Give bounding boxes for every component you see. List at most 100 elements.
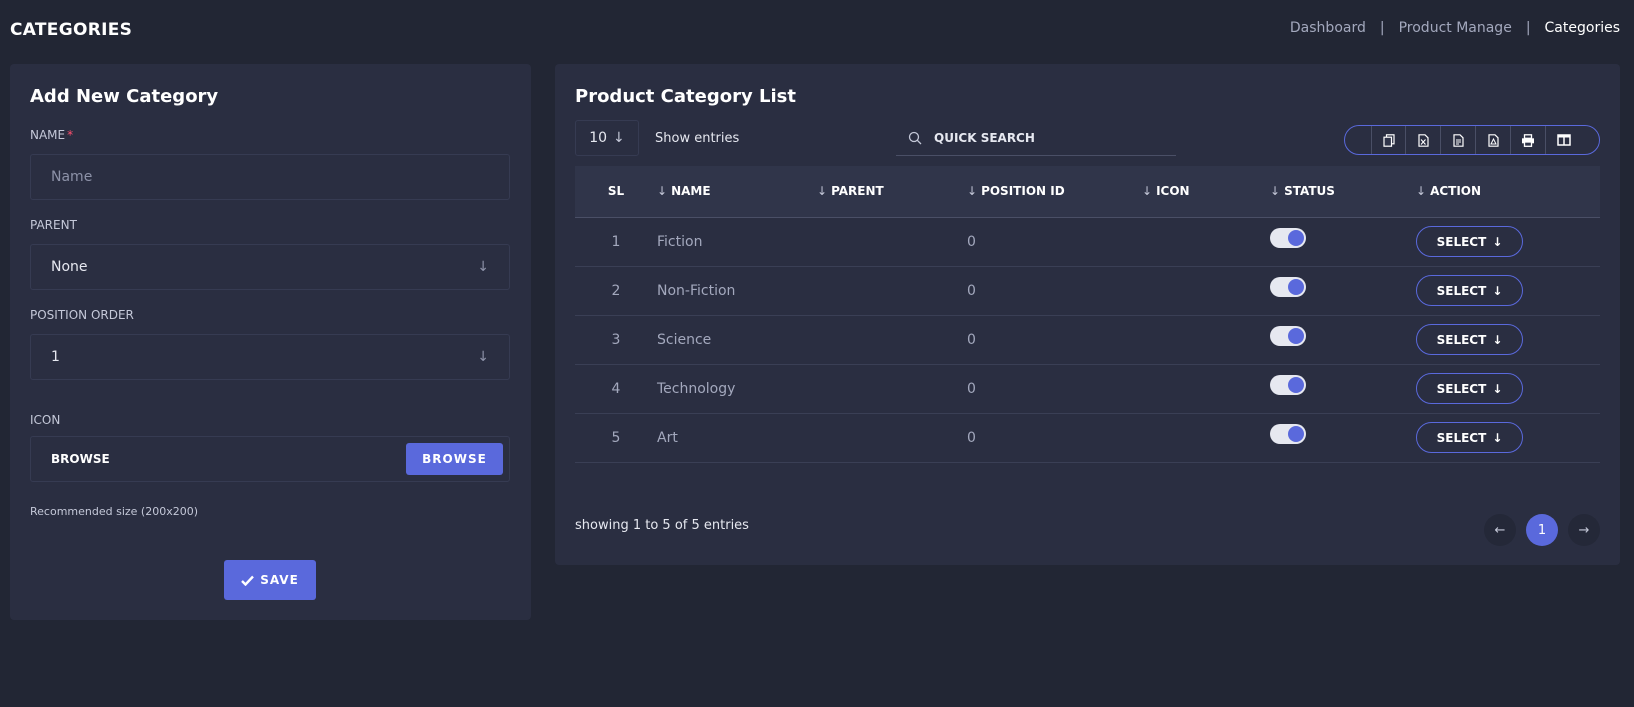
toggle-knob <box>1288 376 1304 393</box>
position-order-select[interactable]: 1 ↓ <box>30 334 510 380</box>
print-icon[interactable] <box>1511 126 1546 154</box>
cell-status <box>1270 217 1416 266</box>
breadcrumb: Dashboard | Product Manage | Categories <box>1290 20 1620 36</box>
table-row: 5 Art 0 SELECT ↓ <box>575 413 1600 462</box>
search-icon <box>908 131 922 144</box>
sort-icon: ↓ <box>967 184 978 199</box>
cell-position: 0 <box>967 380 976 397</box>
cell-icon <box>1142 364 1270 413</box>
add-category-panel: Add New Category NAME* PARENT None ↓ POS… <box>10 64 531 620</box>
parent-select[interactable]: None ↓ <box>30 244 510 290</box>
cell-icon <box>1142 266 1270 315</box>
name-input[interactable] <box>51 169 489 185</box>
save-button-label: SAVE <box>260 573 299 587</box>
cell-sl: 5 <box>611 429 621 446</box>
column-header-icon[interactable]: ↓ ICON <box>1142 166 1270 218</box>
column-header-position-id[interactable]: ↓ POSITION ID <box>967 166 1142 218</box>
column-header-text: NAME <box>671 184 711 199</box>
column-header-text: PARENT <box>831 184 884 199</box>
cell-sl: 3 <box>611 331 621 348</box>
breadcrumb-dashboard[interactable]: Dashboard <box>1290 20 1366 36</box>
cell-name: Fiction <box>657 233 703 250</box>
position-order-value: 1 <box>51 349 60 365</box>
arrow-down-icon: ↓ <box>1492 283 1503 298</box>
breadcrumb-categories: Categories <box>1544 20 1620 36</box>
select-button-label: SELECT <box>1436 283 1487 298</box>
name-field-box <box>30 154 510 200</box>
cell-name: Science <box>657 331 712 348</box>
table-row: 4 Technology 0 SELECT ↓ <box>575 364 1600 413</box>
column-header-name[interactable]: ↓ NAME <box>657 166 817 218</box>
search-input[interactable] <box>934 130 1154 145</box>
select-button[interactable]: SELECT ↓ <box>1416 275 1523 306</box>
toggle-knob <box>1288 278 1304 295</box>
status-toggle[interactable] <box>1270 325 1306 346</box>
column-header-parent[interactable]: ↓ PARENT <box>817 166 967 218</box>
sort-icon: ↓ <box>1416 184 1427 199</box>
status-toggle[interactable] <box>1270 227 1306 248</box>
cell-position: 0 <box>967 282 976 299</box>
cell-icon <box>1142 217 1270 266</box>
page-button-current[interactable]: 1 <box>1526 514 1558 546</box>
entries-label: Show entries <box>655 131 740 146</box>
status-toggle[interactable] <box>1270 276 1306 297</box>
cell-icon <box>1142 315 1270 364</box>
column-header-status[interactable]: ↓ STATUS <box>1270 166 1416 218</box>
cell-icon <box>1142 413 1270 462</box>
cell-status <box>1270 315 1416 364</box>
copy-icon[interactable] <box>1371 126 1406 154</box>
breadcrumb-product-manage[interactable]: Product Manage <box>1399 20 1512 36</box>
status-toggle[interactable] <box>1270 374 1306 395</box>
columns-icon[interactable] <box>1546 126 1581 154</box>
entries-select[interactable]: 10 ↓ <box>575 120 639 156</box>
cell-status <box>1270 413 1416 462</box>
sort-icon: ↓ <box>657 184 668 199</box>
cell-action: SELECT ↓ <box>1416 364 1600 413</box>
page-title: CATEGORIES <box>10 20 133 40</box>
excel-icon[interactable] <box>1406 126 1441 154</box>
cell-action: SELECT ↓ <box>1416 217 1600 266</box>
select-button[interactable]: SELECT ↓ <box>1416 324 1523 355</box>
cell-position: 0 <box>967 233 976 250</box>
cell-parent <box>817 217 967 266</box>
arrow-down-icon: ↓ <box>1492 234 1503 249</box>
name-label-text: NAME <box>30 128 66 142</box>
cell-status <box>1270 266 1416 315</box>
showing-entries-text: showing 1 to 5 of 5 entries <box>575 518 749 533</box>
form-title: Add New Category <box>30 86 219 107</box>
required-mark: * <box>67 128 74 142</box>
icon-file-field[interactable]: BROWSE BROWSE <box>30 436 510 482</box>
toggle-knob <box>1288 327 1304 344</box>
status-toggle[interactable] <box>1270 423 1306 444</box>
icon-label: ICON <box>30 413 61 427</box>
browse-button[interactable]: BROWSE <box>406 443 503 475</box>
table-row: 3 Science 0 SELECT ↓ <box>575 315 1600 364</box>
arrow-down-icon: ↓ <box>1492 381 1503 396</box>
sort-icon: ↓ <box>1142 184 1153 199</box>
sort-icon: ↓ <box>1270 184 1281 199</box>
arrow-down-icon: ↓ <box>1492 332 1503 347</box>
next-page-button[interactable]: → <box>1568 514 1600 546</box>
table-header-row: SL ↓ NAME ↓ PARENT ↓ POSITION ID ↓ ICON ↓ STA… <box>575 166 1600 218</box>
entries-value: 10 <box>589 130 608 146</box>
category-list-panel: Product Category List 10 ↓ Show entries <box>555 64 1620 565</box>
column-header-text: STATUS <box>1284 184 1335 199</box>
column-header-action[interactable]: ↓ ACTION <box>1416 166 1600 218</box>
arrow-down-icon: ↓ <box>1492 430 1503 445</box>
category-table: SL ↓ NAME ↓ PARENT ↓ POSITION ID ↓ ICON ↓ STA… <box>575 166 1600 463</box>
save-button[interactable]: SAVE <box>224 560 316 600</box>
sort-icon: ↓ <box>817 184 828 199</box>
breadcrumb-separator: | <box>1379 20 1385 36</box>
select-button[interactable]: SELECT ↓ <box>1416 422 1523 453</box>
list-title: Product Category List <box>575 86 796 107</box>
csv-icon[interactable] <box>1441 126 1476 154</box>
icon-size-hint: Recommended size (200x200) <box>30 505 199 518</box>
prev-page-button[interactable]: ← <box>1484 514 1516 546</box>
column-header-text: POSITION ID <box>981 184 1065 199</box>
pdf-icon[interactable] <box>1476 126 1511 154</box>
column-header-sl[interactable]: SL <box>575 166 657 218</box>
quick-search <box>896 120 1176 156</box>
select-button[interactable]: SELECT ↓ <box>1416 226 1523 257</box>
select-button[interactable]: SELECT ↓ <box>1416 373 1523 404</box>
check-icon <box>241 575 255 586</box>
